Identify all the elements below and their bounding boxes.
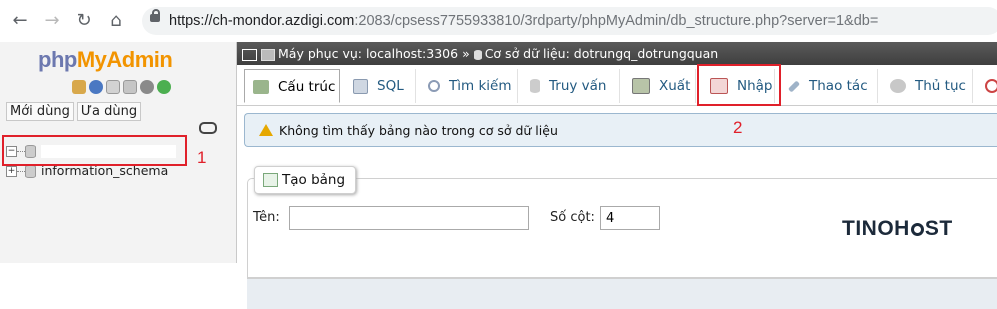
home-icon[interactable]: ⌂ [104,9,128,33]
export-icon [632,78,650,94]
link-icon[interactable] [199,122,217,134]
breadcrumb-separator: » [462,46,470,61]
browser-toolbar: ← → ↻ ⌂ https://ch-mondor.azdigi.com:208… [0,0,997,43]
breadcrumb-server[interactable]: Máy phục vụ: localhost:3306 [278,46,458,61]
annotation-number-2: 2 [733,118,743,137]
sql-docs-icon[interactable] [123,80,137,94]
database-icon [473,49,482,60]
nav-icon-row [72,80,174,96]
annotation-box-1 [2,135,187,166]
table-name-input[interactable] [289,206,529,230]
tinohost-watermark: TINOH ST [842,217,953,240]
tab-sql[interactable]: SQL [345,69,416,103]
home-icon[interactable] [72,80,86,94]
breadcrumb: Máy phục vụ: localhost:3306 » Cơ sở dữ l… [237,42,997,65]
tab-structure[interactable]: Cấu trúc [244,69,340,103]
tab-operations[interactable]: Thao tác [780,69,878,103]
lock-icon [150,9,160,22]
routines-icon [890,79,906,93]
phpmyadmin-logo[interactable]: phpMyAdmin [38,47,173,73]
address-bar[interactable]: https://ch-mondor.azdigi.com:2083/cpsess… [142,7,997,35]
annotation-box-2 [697,64,781,106]
expand-icon[interactable]: + [6,166,17,177]
no-tables-notice: Không tìm thấy bảng nào trong cơ sở dữ l… [244,113,997,147]
reload-nav-icon[interactable] [157,80,171,94]
column-count-label: Số cột: [550,210,595,225]
sql-icon [353,78,368,94]
forward-icon[interactable]: → [40,9,64,33]
tab-search[interactable]: Tìm kiếm [420,69,518,103]
breadcrumb-database[interactable]: Cơ sở dữ liệu: dotrungq_dotrungquan [485,46,718,61]
info-icon[interactable] [89,80,103,94]
create-table-legend[interactable]: Tạo bảng [254,166,357,194]
back-icon[interactable]: ← [8,9,32,33]
warning-icon [259,124,273,136]
tab-export[interactable]: Xuất [624,69,696,103]
tab-bar: Cấu trúc SQL Tìm kiếm Truy vấn Xuất Nhập… [237,65,997,106]
url-text: https://ch-mondor.azdigi.com:2083/cpsess… [169,13,879,29]
form-footer [247,278,997,309]
column-count-input[interactable] [600,206,660,230]
search-icon [428,80,440,92]
docs-icon[interactable] [106,80,120,94]
database-icon [25,165,36,178]
structure-icon [253,80,269,94]
create-table-icon [263,173,278,187]
server-icon [261,48,275,61]
favorite-tables-button[interactable]: Ưa dùng [76,102,142,121]
annotation-number-1: 1 [197,148,207,167]
tab-routines[interactable]: Thủ tục [882,69,973,103]
reload-icon[interactable]: ↻ [72,9,96,33]
collapse-arrow-icon[interactable] [242,48,257,61]
clock-icon [985,79,997,93]
wrench-icon [787,79,801,93]
tab-query[interactable]: Truy vấn [522,69,620,103]
notice-text: Không tìm thấy bảng nào trong cơ sở dữ l… [279,123,558,138]
query-icon [530,79,540,93]
recent-tables-button[interactable]: Mới dùng [6,102,74,121]
table-name-label: Tên: [253,210,280,225]
gear-icon[interactable] [140,80,154,94]
create-table-label: Tạo bảng [282,172,346,188]
tab-more[interactable] [977,69,997,103]
